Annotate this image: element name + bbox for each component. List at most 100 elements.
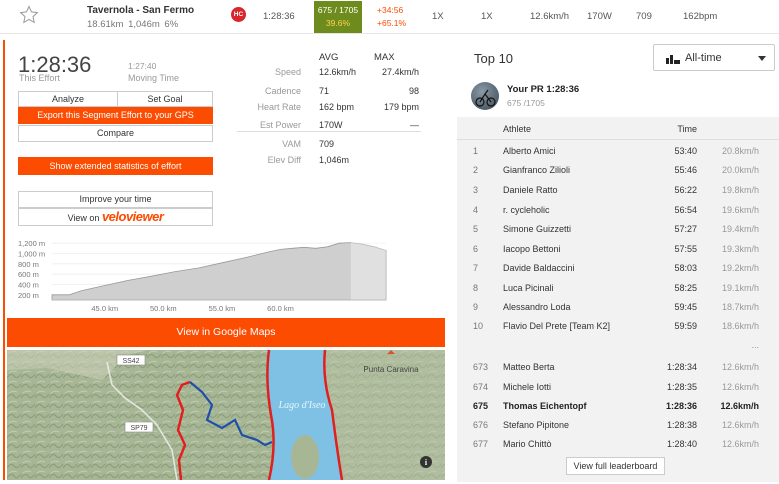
segment-grade: 6% <box>164 19 179 30</box>
col-c: 709 <box>636 11 652 22</box>
stat-max: 98 <box>408 86 419 96</box>
col-a: 1X <box>432 11 444 22</box>
extended-stats-button[interactable]: Show extended statistics of effort <box>18 157 213 175</box>
table-row[interactable]: 6 Iacopo Bettoni 57:55 19.3km/h <box>457 239 779 259</box>
x-tick-label: 55.0 km <box>209 304 236 313</box>
table-row[interactable]: 4 r. cycleholic 56:54 19.6km/h <box>457 200 779 220</box>
row-time: 53:40 <box>674 146 697 156</box>
athlete-header: Athlete <box>503 124 532 134</box>
row-speed: 19.8km/h <box>721 185 759 195</box>
google-maps-button[interactable]: View in Google Maps <box>7 318 445 347</box>
segment-summary-bar: Tavernola - San Fermo 18.61km 1,046m 6% … <box>0 0 779 34</box>
rank-percent: 39.6% <box>325 18 351 28</box>
segment-elevation: 1,046m <box>128 19 160 30</box>
y-tick-label: 1,200 m <box>18 239 45 248</box>
table-row[interactable]: 8 Luca Picinali 58:25 19.1km/h <box>457 278 779 298</box>
table-row[interactable]: 3 Daniele Ratto 56:22 19.8km/h <box>457 180 779 200</box>
stat-label: VAM <box>282 139 301 149</box>
route-map[interactable]: SS42 SP79 Lago d'Iseo Punta Caravina i <box>7 350 445 480</box>
row-rank: 677 <box>473 439 489 449</box>
table-row[interactable]: 9 Alessandro Loda 59:45 18.7km/h <box>457 297 779 317</box>
row-time: 57:27 <box>674 224 697 234</box>
stat-divider <box>237 131 421 132</box>
stat-label: Cadence <box>264 86 301 96</box>
row-speed: 12.6km/h <box>720 401 759 411</box>
elevation-area <box>51 242 387 301</box>
rank-value: 675 / 1705 <box>317 5 359 15</box>
veloviewer-logo: veloviewer <box>101 209 164 224</box>
row-speed: 12.6km/h <box>721 382 759 392</box>
map-label-lake: Lago d'Iseo <box>278 400 326 411</box>
row-speed: 19.6km/h <box>721 205 759 215</box>
time-filter-value: All-time <box>685 52 722 64</box>
row-rank: 4 <box>473 205 479 215</box>
full-leaderboard-button[interactable]: View full leaderboard <box>566 457 665 475</box>
segment-distance: 18.61km <box>87 19 124 30</box>
time-filter-dropdown[interactable]: All-time <box>653 44 775 71</box>
segment-name[interactable]: Tavernola - San Fermo <box>87 5 194 16</box>
compare-button[interactable]: Compare <box>18 125 213 142</box>
map-label-ss42: SS42 <box>122 358 139 365</box>
selected-indicator <box>3 40 5 480</box>
table-row[interactable]: 675 Thomas Eichentopf 1:28:36 12.6km/h <box>457 396 779 416</box>
row-athlete[interactable]: Iacopo Bettoni <box>503 244 561 254</box>
row-athlete[interactable]: Alessandro Loda <box>503 302 571 312</box>
table-row[interactable]: 5 Simone Guizzetti 57:27 19.4km/h <box>457 219 779 239</box>
row-speed: 12.6km/h <box>721 420 759 430</box>
table-row[interactable]: 676 Stefano Pipitone 1:28:38 12.6km/h <box>457 415 779 435</box>
improve-time-button[interactable]: Improve your time <box>18 191 213 208</box>
analyze-button[interactable]: Analyze <box>18 91 118 107</box>
table-row[interactable]: 2 Gianfranco Zilioli 55:46 20.0km/h <box>457 160 779 180</box>
table-row[interactable]: 7 Davide Baldaccini 58:03 19.2km/h <box>457 258 779 278</box>
pr-label: Your PR 1:28:36 <box>507 84 580 95</box>
row-athlete[interactable]: Alberto Amici <box>503 146 556 156</box>
veloviewer-button[interactable]: View on veloviewer <box>18 208 213 226</box>
effort-time: 1:28:36 <box>263 11 295 22</box>
set-goal-button[interactable]: Set Goal <box>117 91 213 107</box>
row-speed: 18.7km/h <box>721 302 759 312</box>
table-row[interactable]: 10 Flavio Del Prete [Team K2] 59:59 18.6km/… <box>457 316 779 336</box>
table-row[interactable]: 1 Alberto Amici 53:40 20.8km/h <box>457 141 779 161</box>
avatar[interactable] <box>471 82 499 110</box>
row-athlete[interactable]: Simone Guizzetti <box>503 224 571 234</box>
row-athlete[interactable]: Matteo Berta <box>503 362 555 372</box>
table-row[interactable]: 677 Mario Chittò 1:28:40 12.6km/h <box>457 434 779 454</box>
row-athlete[interactable]: Stefano Pipitone <box>503 420 569 430</box>
row-athlete[interactable]: Davide Baldaccini <box>503 263 575 273</box>
row-rank: 10 <box>473 321 484 331</box>
export-gps-button[interactable]: Export this Segment Effort to your GPS <box>18 107 213 124</box>
table-row[interactable]: 674 Michele Iotti 1:28:35 12.6km/h <box>457 377 779 397</box>
moving-time-label: Moving Time <box>128 73 180 83</box>
map-canvas: SS42 SP79 Lago d'Iseo Punta Caravina i <box>7 350 445 480</box>
stat-avg: 1,046m <box>319 155 350 165</box>
x-tick-label: 45.0 km <box>91 304 118 313</box>
pr-rank: 675 /1705 <box>507 98 545 108</box>
avg-header: AVG <box>319 52 339 63</box>
leaderboard-title: Top 10 <box>474 51 514 66</box>
row-time: 57:55 <box>674 244 697 254</box>
row-rank: 7 <box>473 263 479 273</box>
row-athlete[interactable]: r. cycleholic <box>503 205 550 215</box>
row-athlete[interactable]: Daniele Ratto <box>503 185 558 195</box>
stat-avg: 170W <box>319 120 343 130</box>
row-athlete[interactable]: Thomas Eichentopf <box>503 401 587 411</box>
avg-speed: 12.6km/h <box>530 11 570 22</box>
row-athlete[interactable]: Flavio Del Prete [Team K2] <box>503 321 610 331</box>
row-rank: 3 <box>473 185 479 195</box>
avg-hr: 162bpm <box>683 11 718 22</box>
header-divider <box>457 139 779 140</box>
time-header: Time <box>677 124 697 134</box>
row-rank: 675 <box>473 401 489 411</box>
row-athlete[interactable]: Luca Picinali <box>503 283 554 293</box>
category-badge: HC <box>231 7 246 22</box>
y-tick-label: 1,000 m <box>18 250 45 259</box>
row-time: 58:03 <box>674 263 697 273</box>
table-row[interactable]: 673 Matteo Berta 1:28:34 12.6km/h <box>457 357 779 377</box>
row-athlete[interactable]: Mario Chittò <box>503 439 552 449</box>
row-athlete[interactable]: Michele Iotti <box>503 382 551 392</box>
row-rank: 5 <box>473 224 479 234</box>
star-icon[interactable] <box>19 5 39 25</box>
row-rank: 8 <box>473 283 479 293</box>
row-athlete[interactable]: Gianfranco Zilioli <box>503 165 570 175</box>
time-diff-value: +34:56 <box>377 5 404 15</box>
